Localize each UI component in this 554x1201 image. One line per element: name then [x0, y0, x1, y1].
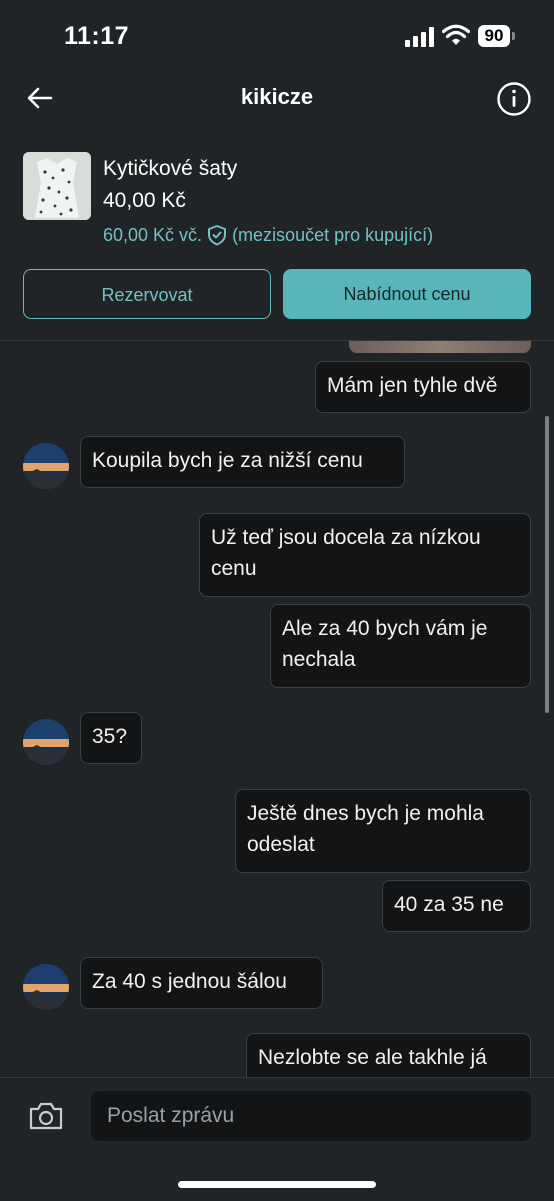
message-bubble-sent[interactable]: 40 za 35 ne [382, 880, 531, 932]
avatar[interactable] [23, 719, 69, 765]
conversation-title: kikicze [240, 84, 314, 109]
status-time: 11:17 [64, 22, 130, 50]
scrollbar[interactable] [545, 416, 549, 713]
avatar[interactable] [23, 964, 69, 1010]
buyer-total-amount: 60,00 Kč vč. [103, 224, 203, 245]
cellular-signal-icon [405, 27, 434, 47]
message-bubble-sent[interactable]: Ale za 40 bych vám je nechala [270, 604, 531, 688]
message-input[interactable]: Poslat zprávu [91, 1091, 531, 1141]
photo-message-partial[interactable] [349, 341, 531, 353]
message-bubble-received[interactable]: Za 40 s jednou šálou [80, 957, 323, 1009]
item-title: Kytičkové šaty [103, 157, 238, 180]
message-bubble-sent[interactable]: Ještě dnes bych je mohla odeslat [235, 789, 531, 873]
item-summary[interactable]: Kytičkové šaty 40,00 Kč 60,00 Kč vč. (me… [0, 140, 554, 260]
status-bar: 11:17 90 [0, 0, 554, 72]
nav-bar: kikicze [0, 72, 554, 126]
message-list[interactable]: Mám jen tyhle dvě Koupila bych je za niž… [0, 341, 554, 1077]
message-bubble-sent[interactable]: Nezlobte se ale takhle já [246, 1033, 531, 1077]
shield-check-icon [208, 225, 227, 246]
item-thumbnail[interactable] [23, 152, 91, 220]
reserve-button[interactable]: Rezervovat [23, 269, 271, 319]
home-indicator[interactable] [178, 1181, 376, 1188]
battery-level: 90 [478, 25, 510, 47]
buyer-total-note: (mezisoučet pro kupující) [232, 224, 434, 245]
info-icon[interactable] [496, 81, 532, 117]
camera-icon[interactable] [28, 1100, 64, 1132]
buyer-total-price[interactable]: 60,00 Kč vč. (mezisoučet pro kupující) [103, 224, 433, 246]
message-bubble-received[interactable]: Koupila bych je za nižší cenu [80, 436, 405, 488]
make-offer-button[interactable]: Nabídnout cenu [283, 269, 531, 319]
message-bubble-sent[interactable]: Mám jen tyhle dvě [315, 361, 531, 413]
avatar[interactable] [23, 443, 69, 489]
message-bubble-received[interactable]: 35? [80, 712, 142, 764]
message-bubble-sent[interactable]: Už teď jsou docela za nízkou cenu [199, 513, 531, 597]
battery-icon: 90 [478, 25, 516, 47]
item-price: 40,00 Kč [103, 189, 186, 212]
wifi-icon [442, 24, 470, 45]
